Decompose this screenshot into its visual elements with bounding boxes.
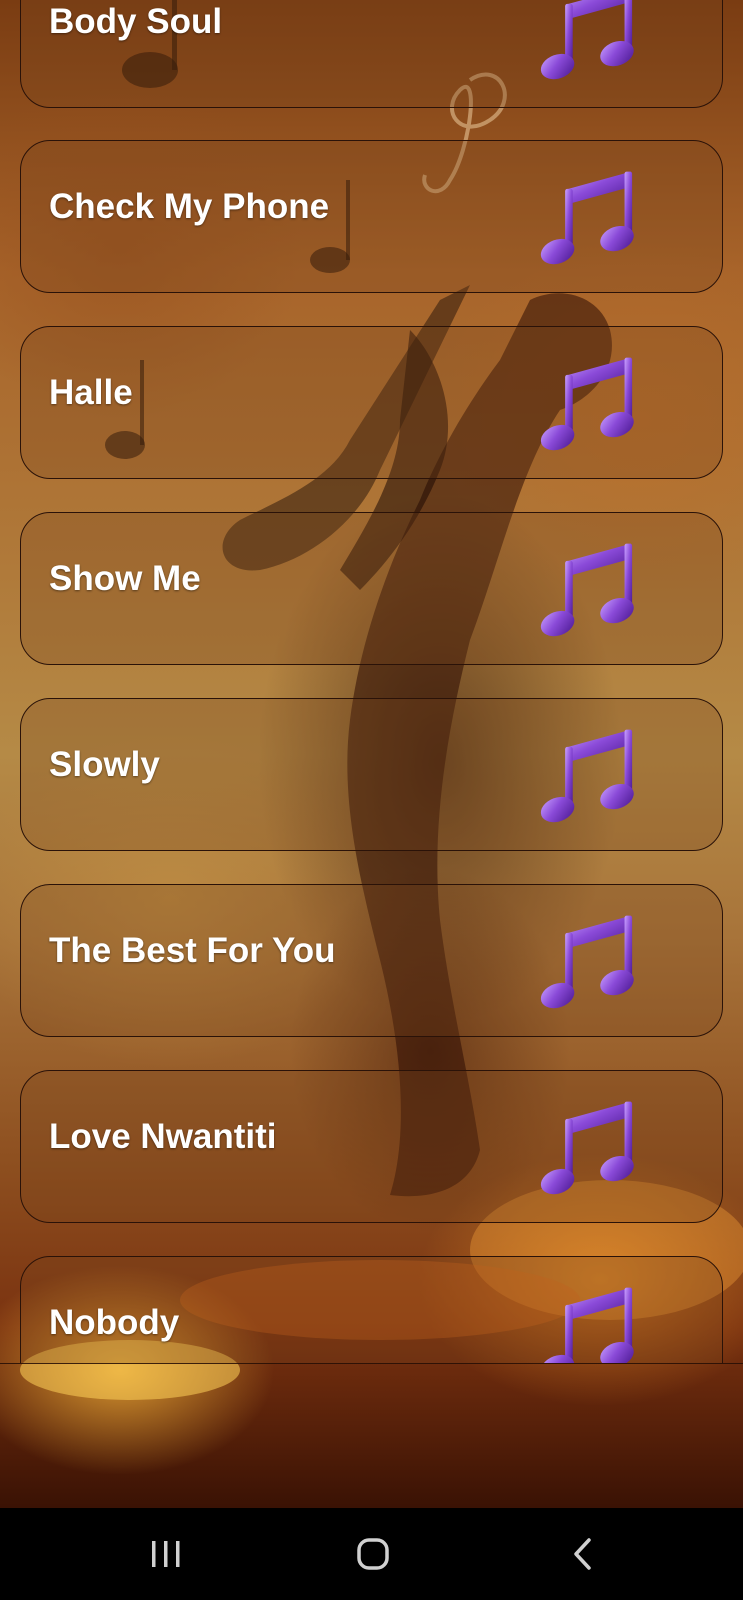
home-button[interactable] (343, 1530, 403, 1578)
recent-apps-button[interactable] (136, 1530, 196, 1578)
song-title: Check My Phone (49, 187, 330, 226)
app-screen: Body Soul Check My Phone Halle Show Me S… (0, 0, 743, 1600)
song-title: Halle (49, 373, 133, 412)
recent-apps-icon (152, 1541, 180, 1567)
song-title: Nobody (49, 1303, 180, 1342)
back-button[interactable] (553, 1530, 613, 1578)
song-item[interactable]: Check My Phone (20, 140, 723, 293)
song-list[interactable]: Body Soul Check My Phone Halle Show Me S… (0, 0, 743, 1364)
song-title: Slowly (49, 745, 160, 784)
music-note-icon (540, 1287, 634, 1363)
song-item[interactable]: Body Soul (20, 0, 723, 108)
music-note-icon (540, 0, 634, 80)
song-item[interactable]: Slowly (20, 698, 723, 851)
music-note-icon (540, 1101, 634, 1195)
song-title: Love Nwantiti (49, 1117, 277, 1156)
music-note-icon (540, 171, 634, 265)
music-note-icon (540, 357, 634, 451)
song-title: The Best For You (49, 931, 336, 970)
song-item[interactable]: Halle (20, 326, 723, 479)
song-item[interactable]: Love Nwantiti (20, 1070, 723, 1223)
home-icon (357, 1538, 389, 1570)
song-item[interactable]: Nobody (20, 1256, 723, 1363)
music-note-icon (540, 543, 634, 637)
song-item[interactable]: Show Me (20, 512, 723, 665)
music-note-icon (540, 729, 634, 823)
song-title: Show Me (49, 559, 201, 598)
music-note-icon (540, 915, 634, 1009)
back-icon (574, 1538, 591, 1570)
song-title: Body Soul (49, 2, 223, 41)
system-navigation-bar (0, 1508, 743, 1600)
song-item[interactable]: The Best For You (20, 884, 723, 1037)
